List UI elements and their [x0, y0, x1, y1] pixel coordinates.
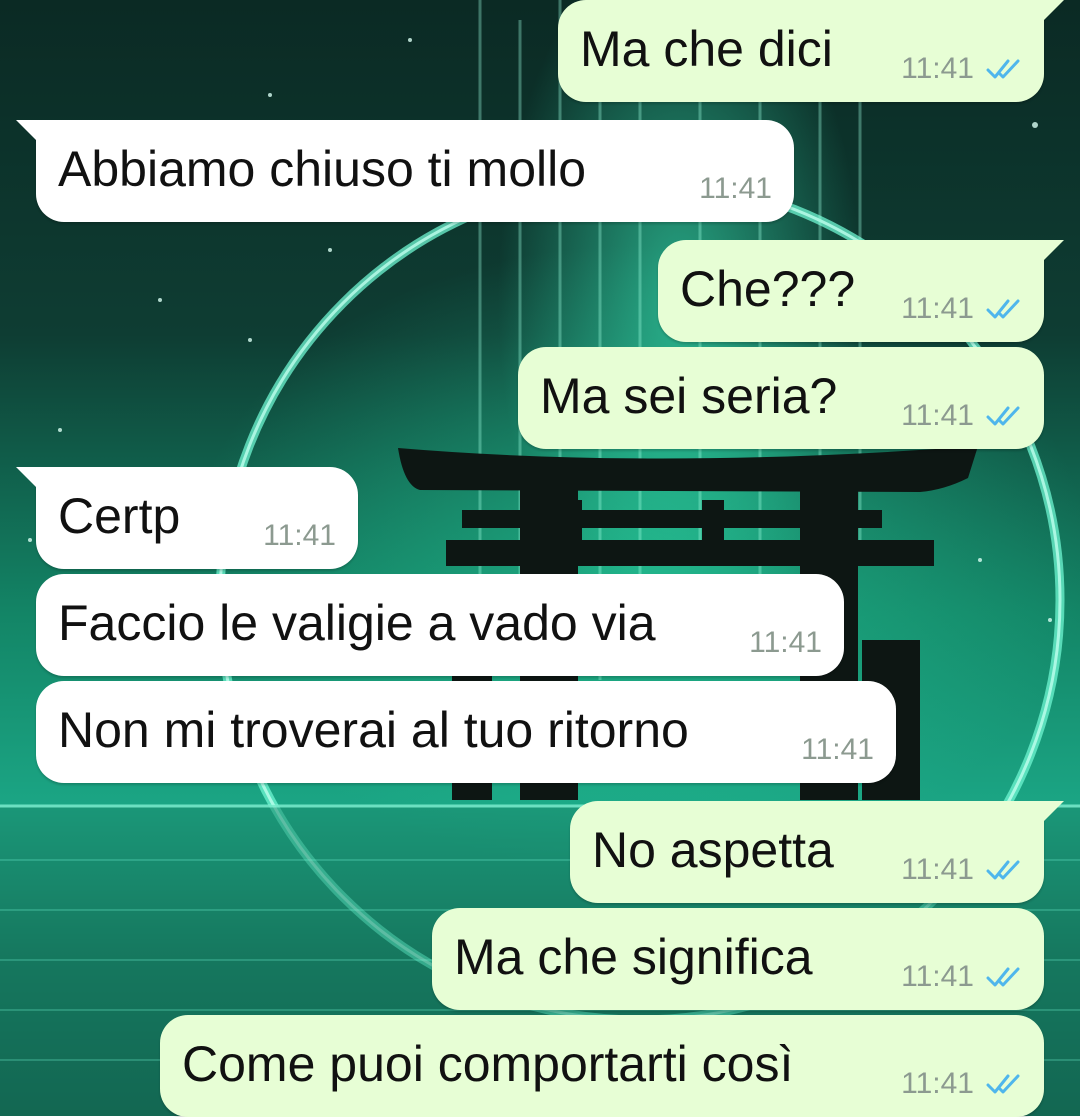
- message-time: 11:41: [749, 626, 822, 659]
- message-time: 11:41: [901, 853, 974, 886]
- message-meta: 11:41: [801, 681, 874, 765]
- message-bubble[interactable]: Che??? 11:41: [658, 240, 1064, 342]
- message-time: 11:41: [263, 519, 336, 552]
- message-text: Abbiamo chiuso ti mollo: [58, 141, 587, 197]
- message-text: No aspetta: [592, 822, 834, 878]
- message-time: 11:41: [901, 960, 974, 993]
- message-meta: 11:41: [901, 0, 1022, 84]
- message-meta: 11:41: [901, 1015, 1022, 1099]
- message-bubble[interactable]: Ma sei seria? 11:41: [518, 347, 1044, 449]
- double-check-icon: [986, 1074, 1020, 1094]
- message-time: 11:41: [901, 292, 974, 325]
- message-time: 11:41: [699, 172, 772, 205]
- message-time: 11:41: [901, 1067, 974, 1100]
- message-meta: 11:41: [263, 467, 336, 551]
- double-check-icon: [986, 299, 1020, 319]
- message-meta: 11:41: [901, 347, 1022, 431]
- message-meta: 11:41: [699, 120, 772, 204]
- message-bubble[interactable]: No aspetta 11:41: [570, 801, 1064, 903]
- message-text: Ma sei seria?: [540, 368, 838, 424]
- message-text: Faccio le valigie a vado via: [58, 595, 656, 651]
- double-check-icon: [986, 967, 1020, 987]
- message-meta: 11:41: [901, 240, 1022, 324]
- message-bubble[interactable]: Ma che significa 11:41: [432, 908, 1044, 1010]
- double-check-icon: [986, 406, 1020, 426]
- message-time: 11:41: [901, 399, 974, 432]
- double-check-icon: [986, 860, 1020, 880]
- message-meta: 11:41: [901, 801, 1022, 885]
- message-meta: 11:41: [749, 574, 822, 658]
- message-bubble[interactable]: Non mi troverai al tuo ritorno 11:41: [36, 681, 896, 783]
- message-bubble[interactable]: Ma che dici 11:41: [558, 0, 1064, 102]
- message-text: Certp: [58, 488, 181, 544]
- message-text: Ma che dici: [580, 21, 833, 77]
- message-time: 11:41: [901, 52, 974, 85]
- message-text: Come puoi comportarti così: [182, 1036, 794, 1092]
- message-text: Che???: [680, 261, 856, 317]
- message-bubble[interactable]: Abbiamo chiuso ti mollo 11:41: [16, 120, 794, 222]
- message-bubble[interactable]: Faccio le valigie a vado via 11:41: [36, 574, 844, 676]
- message-text: Non mi troverai al tuo ritorno: [58, 702, 689, 758]
- message-meta: 11:41: [901, 908, 1022, 992]
- message-text: Ma che significa: [454, 929, 813, 985]
- double-check-icon: [986, 59, 1020, 79]
- message-bubble[interactable]: Certp 11:41: [16, 467, 358, 569]
- message-time: 11:41: [801, 733, 874, 766]
- message-bubble[interactable]: Come puoi comportarti così 11:41: [160, 1015, 1044, 1117]
